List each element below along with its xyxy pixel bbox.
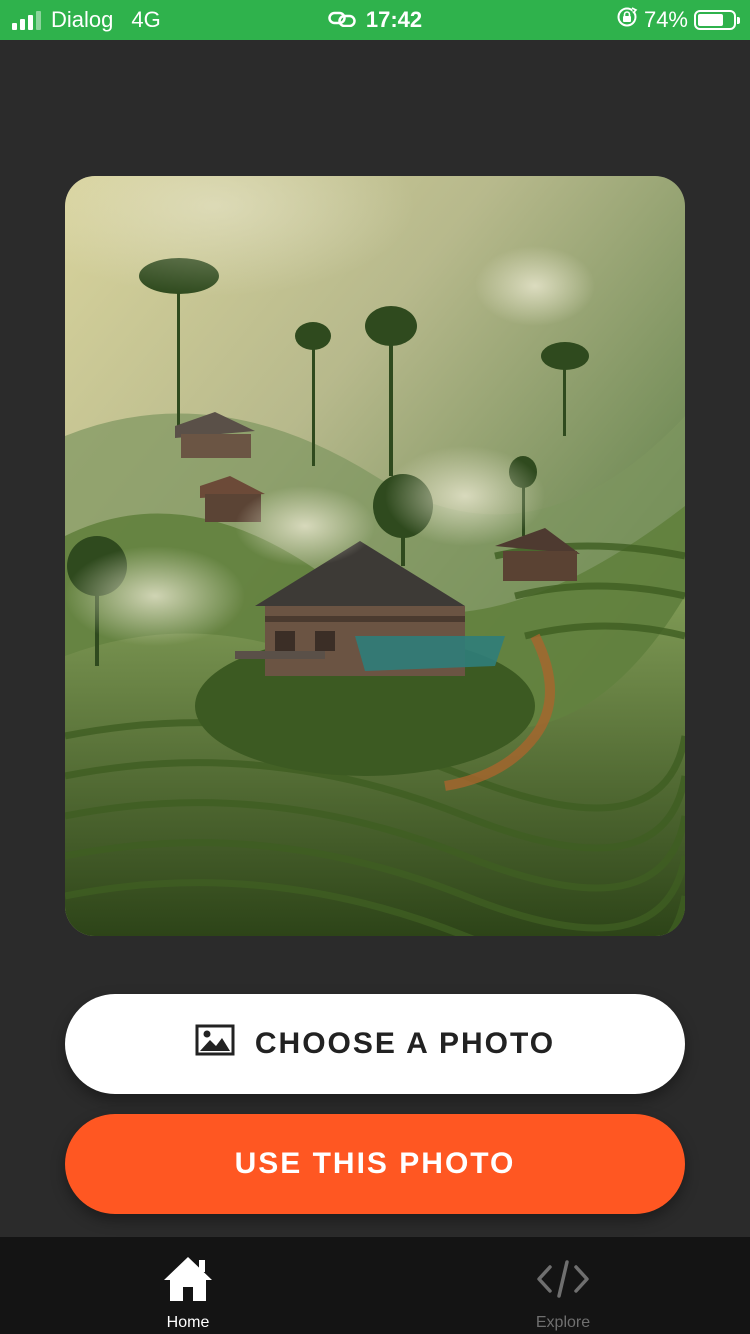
status-right: 74% <box>616 0 740 40</box>
status-bar: Dialog 4G 17:42 74% <box>0 0 750 40</box>
home-icon <box>161 1252 215 1306</box>
choose-photo-label: CHOOSE A PHOTO <box>254 1027 556 1060</box>
battery-fill <box>698 14 724 26</box>
nav-item-home[interactable]: Home <box>88 1237 288 1334</box>
nav-item-explore[interactable]: Explore <box>463 1237 663 1334</box>
choose-photo-button[interactable]: CHOOSE A PHOTO <box>65 994 685 1094</box>
nav-label-explore: Explore <box>535 1314 591 1331</box>
link-icon <box>328 7 356 33</box>
bottom-nav: Home Explore <box>0 1237 750 1334</box>
battery-percent: 74% <box>643 7 688 32</box>
battery-icon <box>694 10 740 30</box>
code-icon <box>535 1252 591 1306</box>
image-icon <box>195 1024 235 1064</box>
use-photo-button[interactable]: USE THIS PHOTO <box>65 1114 685 1214</box>
rotation-lock-icon <box>616 6 638 34</box>
photo-preview <box>65 176 685 936</box>
use-photo-label: USE THIS PHOTO <box>234 1147 516 1180</box>
clock: 17:42 <box>365 7 423 32</box>
landscape-image <box>65 176 685 936</box>
nav-label-home: Home <box>166 1314 210 1331</box>
